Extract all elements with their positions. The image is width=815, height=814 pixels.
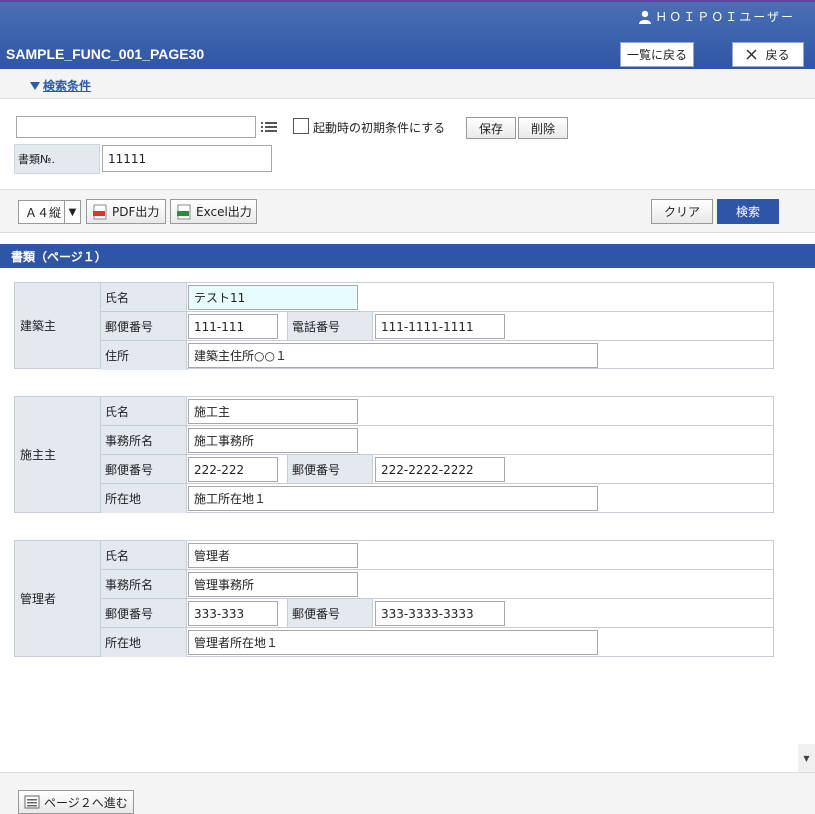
manager-name-input[interactable]: 管理者 xyxy=(188,543,358,568)
table-row: 所在地 施工所在地１ xyxy=(101,484,774,513)
save-button[interactable]: 保存 xyxy=(466,117,516,139)
delete-button[interactable]: 削除 xyxy=(518,117,568,139)
phone-label: 電話番号 xyxy=(287,312,373,340)
table-row: 郵便番号 222-222 郵便番号 222-2222-2222 xyxy=(101,455,774,484)
contractor-postal-input[interactable]: 222-222 xyxy=(188,457,278,482)
postal-label: 郵便番号 xyxy=(101,312,187,340)
name-label: 氏名 xyxy=(101,397,187,425)
office-label: 事務所名 xyxy=(101,570,187,598)
table-row: 事務所名 施工事務所 xyxy=(101,426,774,455)
table-row: 郵便番号 111-111 電話番号 111-1111-1111 xyxy=(101,312,774,341)
location-label: 所在地 xyxy=(101,484,187,513)
section-header: 書類（ページ１） xyxy=(0,244,815,268)
postal-label: 郵便番号 xyxy=(101,455,187,483)
user-name: ＨＯＩＰＯＩユーザー xyxy=(655,10,795,24)
postal2-label: 郵便番号 xyxy=(287,455,373,483)
name-label: 氏名 xyxy=(101,283,187,311)
back-button[interactable]: 戻る xyxy=(732,42,804,67)
contractor-postal2-input[interactable]: 222-2222-2222 xyxy=(375,457,505,482)
page-title: SAMPLE_FUNC_001_PAGE30 xyxy=(6,46,205,62)
contractor-name-input[interactable]: 施工主 xyxy=(188,399,358,424)
docno-input[interactable]: 11111 xyxy=(102,145,272,172)
contractor-location-input[interactable]: 施工所在地１ xyxy=(188,486,598,511)
manager-group-label: 管理者 xyxy=(15,541,101,656)
pdf-icon xyxy=(93,204,107,219)
owner-postal-input[interactable]: 111-111 xyxy=(188,314,278,339)
docno-label: 書類№. xyxy=(14,144,100,174)
user-icon xyxy=(639,10,652,24)
user-menu[interactable]: ＨＯＩＰＯＩユーザー xyxy=(638,8,795,25)
paper-size-select[interactable]: Ａ４縦 ▼ xyxy=(18,200,81,224)
table-row: 氏名 施工主 xyxy=(101,397,774,426)
initial-condition-label: 起動時の初期条件にする xyxy=(313,121,446,135)
initial-condition-checkbox[interactable] xyxy=(293,118,309,134)
owner-phone-input[interactable]: 111-1111-1111 xyxy=(375,314,505,339)
postal2-label: 郵便番号 xyxy=(287,599,373,627)
pdf-export-label: PDF出力 xyxy=(112,205,160,219)
manager-postal-input[interactable]: 333-333 xyxy=(188,601,278,626)
owner-name-input[interactable]: テスト11 xyxy=(188,285,358,310)
owner-address-input[interactable]: 建築主住所○○１ xyxy=(188,343,598,368)
table-row: 郵便番号 333-333 郵便番号 333-3333-3333 xyxy=(101,599,774,628)
output-toolbar: Ａ４縦 ▼ PDF出力 Excel出力 クリア 検索 xyxy=(0,189,815,233)
manager-location-input[interactable]: 管理者所在地１ xyxy=(188,630,598,655)
excel-export-button[interactable]: Excel出力 xyxy=(170,199,257,224)
back-label: 戻る xyxy=(765,48,790,62)
clear-button[interactable]: クリア xyxy=(651,199,713,224)
next-page-button[interactable]: ページ２へ進む xyxy=(18,790,134,814)
owner-group-label: 建築主 xyxy=(15,283,101,368)
excel-export-label: Excel出力 xyxy=(196,205,252,219)
dropdown-arrow-icon: ▼ xyxy=(64,201,80,223)
manager-postal2-input[interactable]: 333-3333-3333 xyxy=(375,601,505,626)
back-to-list-label: 一覧に戻る xyxy=(626,48,687,62)
contractor-group-label: 施主主 xyxy=(15,397,101,512)
search-condition-toggle[interactable]: 検索条件 xyxy=(30,77,91,94)
paper-size-value: Ａ４縦 xyxy=(25,205,62,220)
search-condition-bar: 検索条件 xyxy=(0,69,815,99)
postal-label: 郵便番号 xyxy=(101,599,187,627)
office-label: 事務所名 xyxy=(101,426,187,454)
table-row: 事務所名 管理事務所 xyxy=(101,570,774,599)
search-condition-label: 検索条件 xyxy=(43,79,92,93)
table-row: 住所 建築主住所○○１ xyxy=(101,341,774,370)
manager-office-input[interactable]: 管理事務所 xyxy=(188,572,358,597)
contractor-office-input[interactable]: 施工事務所 xyxy=(188,428,358,453)
close-icon xyxy=(746,49,758,60)
back-to-list-button[interactable]: 一覧に戻る xyxy=(620,42,694,67)
manager-table: 管理者 氏名 管理者 事務所名 管理事務所 郵便番号 333-333 郵便番号 … xyxy=(14,540,774,657)
owner-table: 建築主 氏名 テスト11 郵便番号 111-111 電話番号 111-1111-… xyxy=(14,282,774,370)
condition-list-icon[interactable] xyxy=(258,116,280,138)
pdf-export-button[interactable]: PDF出力 xyxy=(86,199,166,224)
footer-bar: ページ２へ進む xyxy=(0,772,815,814)
contractor-table: 施主主 氏名 施工主 事務所名 施工事務所 郵便番号 222-222 郵便番号 … xyxy=(14,396,774,513)
next-page-label: ページ２へ進む xyxy=(44,795,128,810)
address-label: 住所 xyxy=(101,341,187,370)
page-icon xyxy=(24,795,40,809)
saved-condition-input[interactable] xyxy=(16,116,256,138)
location-label: 所在地 xyxy=(101,628,187,657)
search-button[interactable]: 検索 xyxy=(717,199,779,224)
scroll-down-button[interactable]: ▼ xyxy=(798,744,815,772)
table-row: 氏名 テスト11 xyxy=(101,283,774,312)
table-row: 氏名 管理者 xyxy=(101,541,774,570)
triangle-down-icon xyxy=(30,81,40,90)
table-row: 所在地 管理者所在地１ xyxy=(101,628,774,657)
name-label: 氏名 xyxy=(101,541,187,569)
excel-icon xyxy=(177,204,191,219)
top-bar: ＨＯＩＰＯＩユーザー SAMPLE_FUNC_001_PAGE30 一覧に戻る … xyxy=(0,0,815,69)
